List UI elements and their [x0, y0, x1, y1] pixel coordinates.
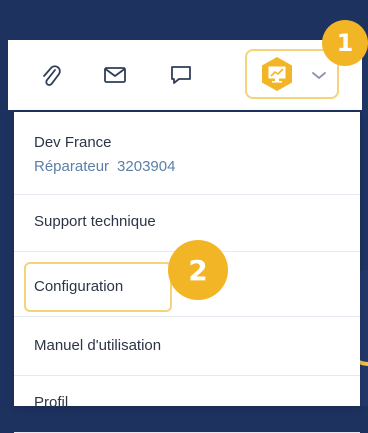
menu-item-manuel[interactable]: Manuel d'utilisation — [14, 319, 360, 376]
menu-item-label: Profil — [34, 394, 69, 411]
user-id: 3203904 — [117, 158, 176, 175]
chevron-down-icon — [307, 65, 331, 85]
chat-icon[interactable] — [168, 62, 194, 88]
mail-icon[interactable] — [102, 62, 128, 88]
menu-item-label: Support technique — [34, 213, 156, 230]
user-role: Réparateur — [34, 158, 110, 175]
top-toolbar — [8, 40, 362, 110]
user-role-line: Réparateur 3203904 — [34, 158, 175, 175]
paperclip-icon[interactable] — [38, 62, 64, 88]
monitor-chart-icon — [259, 56, 295, 92]
user-name: Dev France — [34, 134, 112, 151]
configuration-highlight — [24, 262, 172, 312]
user-info: Dev France Réparateur 3203904 — [14, 112, 360, 195]
step-badge-2: 2 — [168, 240, 228, 300]
step-badge-1: 1 — [322, 20, 368, 66]
menu-item-label: Manuel d'utilisation — [34, 337, 162, 354]
menu-item-profil[interactable]: Profil — [14, 376, 360, 433]
user-menu-button[interactable] — [245, 49, 339, 99]
